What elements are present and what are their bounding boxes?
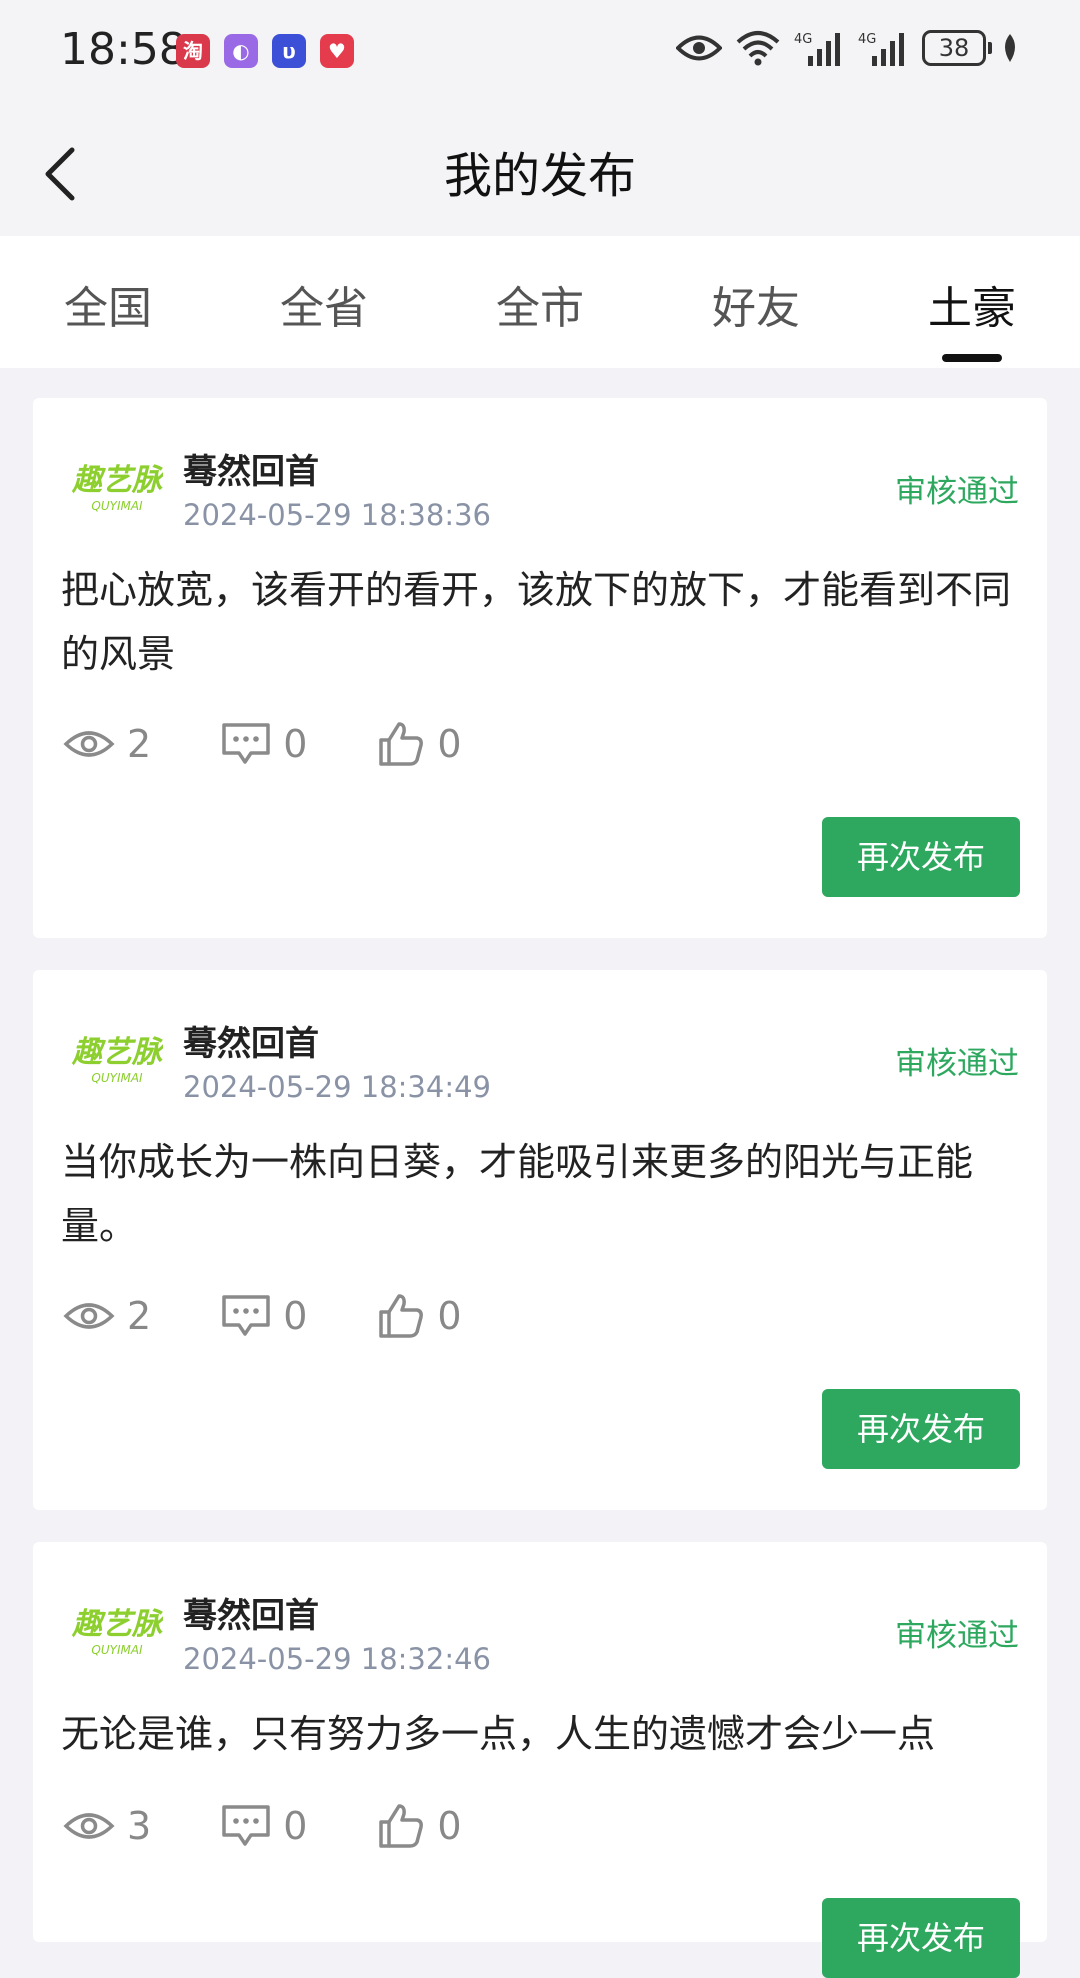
post-card: 趣艺脉 QUYIMAI 蓦然回首 2024-05-29 18:38:36 审核通… <box>33 398 1047 938</box>
post-content: 当你成长为一株向日葵，才能吸引来更多的阳光与正能量。 <box>61 1140 974 1248</box>
system-icons: 4G 4G 38 <box>676 30 1020 66</box>
comment-icon <box>222 1295 270 1336</box>
views-stat: 2 <box>63 1294 151 1338</box>
post-author: 蓦然回首 <box>183 452 319 492</box>
quyimai-logo: 趣艺脉 QUYIMAI <box>71 1607 163 1657</box>
eye-icon <box>63 1813 115 1839</box>
comments-stat[interactable]: 0 <box>221 1294 307 1338</box>
svg-text:QUYIMAI: QUYIMAI <box>91 1643 143 1657</box>
svg-text:4G: 4G <box>794 32 812 47</box>
tab-friends[interactable]: 好友 <box>648 272 864 336</box>
app-red-icon: ♥ <box>320 34 354 68</box>
svg-text:趣艺脉: 趣艺脉 <box>71 1607 163 1642</box>
quyimai-logo: 趣艺脉 QUYIMAI <box>71 1035 163 1085</box>
tab-city[interactable]: 全市 <box>432 272 648 336</box>
nav-bar: 我的发布 <box>0 104 1080 236</box>
likes-count: 0 <box>437 722 462 766</box>
status-bar: 18:58 淘 ◐ υ ♥ 4G 4G 38 <box>0 0 1080 104</box>
comments-count: 0 <box>283 1294 308 1338</box>
likes-count: 0 <box>437 1294 462 1338</box>
thumbs-up-icon <box>379 1804 424 1848</box>
views-stat: 3 <box>63 1804 151 1848</box>
eye-icon <box>63 1303 115 1329</box>
post-stats: 2 0 0 <box>63 720 532 768</box>
tab-bar: 全国 全省 全市 好友 土豪 <box>0 236 1080 368</box>
tab-province[interactable]: 全省 <box>216 272 432 336</box>
signal-4g-icon: 4G <box>794 32 840 66</box>
tab-tuhao[interactable]: 土豪 <box>864 272 1080 336</box>
views-count: 2 <box>127 722 152 766</box>
comment-icon <box>222 1805 270 1846</box>
quyimai-logo: 趣艺脉 QUYIMAI <box>71 463 163 513</box>
svg-text:QUYIMAI: QUYIMAI <box>91 499 143 513</box>
comments-count: 0 <box>283 1804 308 1848</box>
likes-stat[interactable]: 0 <box>377 1802 462 1850</box>
comment-icon <box>222 723 270 764</box>
post-stats: 2 0 0 <box>63 1292 532 1340</box>
tab-indicator <box>942 354 1002 362</box>
thumbs-up-icon <box>379 722 424 766</box>
review-status-badge: 审核通过 <box>895 474 1019 510</box>
thumbs-up-icon <box>379 1294 424 1338</box>
notification-icons: 淘 ◐ υ ♥ <box>176 34 354 68</box>
post-content: 把心放宽，该看开的看开，该放下的放下，才能看到不同的风景 <box>61 568 1012 676</box>
svg-text:QUYIMAI: QUYIMAI <box>91 1071 143 1085</box>
svg-text:4G: 4G <box>858 32 876 47</box>
repost-button[interactable]: 再次发布 <box>822 817 1020 897</box>
eye-icon <box>676 35 722 61</box>
views-stat: 2 <box>63 722 151 766</box>
eye-icon <box>63 731 115 757</box>
comments-stat[interactable]: 0 <box>221 722 307 766</box>
svg-text:趣艺脉: 趣艺脉 <box>71 1035 163 1070</box>
repost-button[interactable]: 再次发布 <box>822 1898 1020 1978</box>
battery-indicator: 38 <box>922 30 992 66</box>
repost-button[interactable]: 再次发布 <box>822 1389 1020 1469</box>
comments-count: 0 <box>283 722 308 766</box>
comments-stat[interactable]: 0 <box>221 1804 307 1848</box>
status-time: 18:58 <box>60 24 187 75</box>
views-count: 2 <box>127 1294 152 1338</box>
likes-count: 0 <box>437 1804 462 1848</box>
post-date: 2024-05-29 18:34:49 <box>183 1070 491 1104</box>
app-blue-icon: υ <box>272 34 306 68</box>
post-stats: 3 0 0 <box>63 1802 532 1850</box>
page-title: 我的发布 <box>443 148 636 204</box>
wifi-icon <box>736 31 780 66</box>
views-count: 3 <box>127 1804 152 1848</box>
post-date: 2024-05-29 18:38:36 <box>183 498 491 532</box>
post-date: 2024-05-29 18:32:46 <box>183 1642 491 1676</box>
post-author: 蓦然回首 <box>183 1596 319 1636</box>
tab-nationwide[interactable]: 全国 <box>0 272 216 336</box>
review-status-badge: 审核通过 <box>895 1046 1019 1082</box>
svg-text:趣艺脉: 趣艺脉 <box>71 463 163 498</box>
taobao-icon: 淘 <box>176 34 210 68</box>
leaf-icon <box>1005 34 1015 62</box>
signal-4g-icon-2: 4G <box>858 32 904 66</box>
post-author: 蓦然回首 <box>183 1024 319 1064</box>
post-card: 趣艺脉 QUYIMAI 蓦然回首 2024-05-29 18:34:49 审核通… <box>33 970 1047 1510</box>
likes-stat[interactable]: 0 <box>377 720 462 768</box>
post-card: 趣艺脉 QUYIMAI 蓦然回首 2024-05-29 18:32:46 审核通… <box>33 1542 1047 1978</box>
app-purple-icon: ◐ <box>224 34 258 68</box>
post-content: 无论是谁，只有努力多一点，人生的遗憾才会少一点 <box>61 1712 936 1756</box>
likes-stat[interactable]: 0 <box>377 1292 462 1340</box>
review-status-badge: 审核通过 <box>895 1618 1019 1654</box>
